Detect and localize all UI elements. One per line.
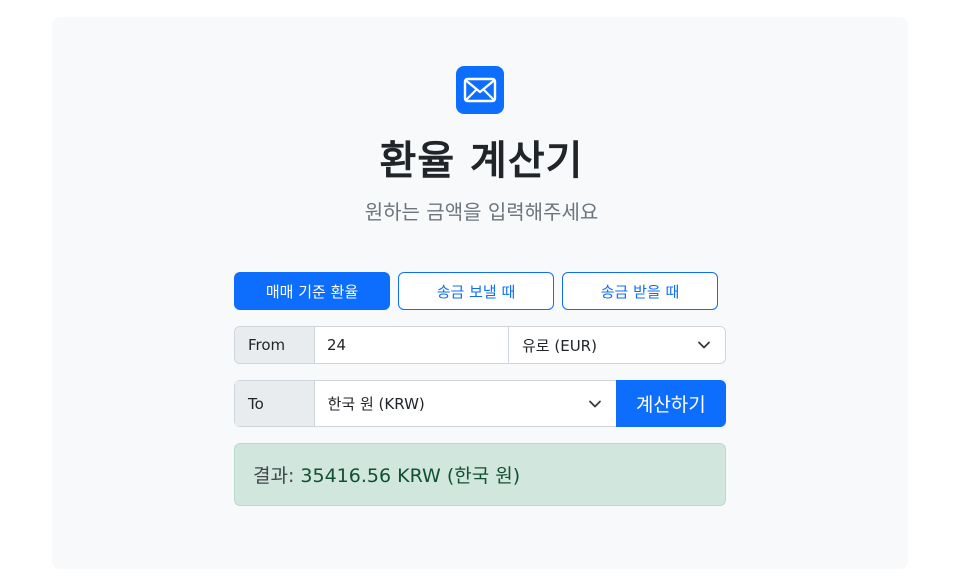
result-alert: 결과: 35416.56 KRW (한국 원) — [234, 443, 726, 506]
chevron-down-icon — [698, 341, 710, 349]
chevron-down-icon — [588, 400, 601, 407]
amount-input[interactable] — [315, 327, 509, 363]
to-label: To — [235, 381, 315, 426]
from-currency-value: 유로 (EUR) — [522, 336, 597, 355]
result-value: 35416.56 KRW (한국 원) — [300, 465, 521, 487]
mode-button-base-rate[interactable]: 매매 기준 환율 — [234, 272, 390, 310]
to-input-group: To 한국 원 (KRW) 계산하기 — [234, 380, 726, 427]
from-input-group: From 유로 (EUR) — [234, 326, 726, 364]
mode-button-receive[interactable]: 송금 받을 때 — [562, 272, 718, 310]
calculate-button[interactable]: 계산하기 — [615, 380, 726, 427]
page-title: 환율 계산기 — [379, 138, 584, 184]
result-label: 결과: — [253, 465, 295, 487]
page-subtitle: 원하는 금액을 입력해주세요 — [364, 200, 599, 224]
envelope-icon — [456, 66, 504, 114]
to-currency-value: 한국 원 (KRW) — [327, 395, 425, 413]
from-label: From — [235, 327, 315, 363]
to-currency-select[interactable]: 한국 원 (KRW) — [314, 381, 616, 426]
mode-button-send[interactable]: 송금 보낼 때 — [398, 272, 554, 310]
from-currency-select[interactable]: 유로 (EUR) — [509, 327, 725, 363]
